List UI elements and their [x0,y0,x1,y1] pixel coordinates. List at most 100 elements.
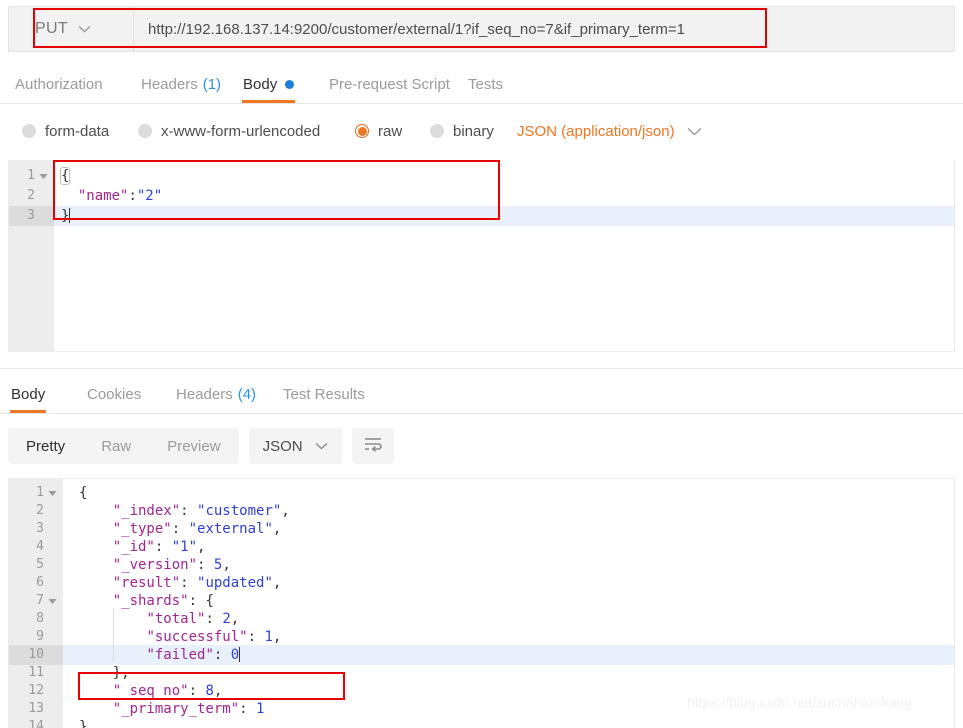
code-token: "_primary_term" [113,701,239,717]
tab-body[interactable]: Body [10,376,46,413]
body-type-radio-form-data[interactable]: form-data [22,123,109,140]
code-line: "_id": "1", [79,537,205,557]
body-type-label: x-www-form-urlencoded [161,123,320,140]
line-number: 10 [8,645,44,665]
code-line: }, [79,663,130,683]
code-token [79,575,113,591]
tab-headers[interactable]: Headers (1) [140,66,222,103]
active-line-highlight [54,206,954,226]
request-body-editor[interactable]: 123 { "name":"2"} [8,160,955,352]
tab-headers[interactable]: Headers (4) [175,376,257,413]
request-tabs: Authorization Headers (1) Body Pre-request S… [0,66,963,104]
code-token: { [205,593,213,609]
chevron-down-icon [78,25,91,33]
request-url-bar: PUT http://192.168.137.14:9200/customer/… [8,6,955,52]
fold-toggle-icon[interactable] [46,591,58,611]
code-token: "_id" [113,539,155,555]
tab-authorization[interactable]: Authorization [14,66,104,103]
code-line: "_version": 5, [79,555,231,575]
code-line: "_shards": { [79,591,214,611]
body-type-radio-raw[interactable]: raw [355,123,402,140]
code-line: { [79,483,87,503]
code-line: "name":"2" [61,186,162,206]
line-number: 7 [8,591,44,611]
code-token: : [189,593,206,609]
http-method-label: PUT [35,20,68,38]
body-type-label: raw [378,123,402,140]
code-token: : [172,521,189,537]
code-token: 1 [264,629,272,645]
line-number: 1 [8,166,35,186]
tab-label: Pre-request Script [329,76,450,93]
code-token: , [273,575,281,591]
fold-toggle-icon[interactable] [37,166,49,186]
response-gutter: 1234567891011121314 [9,479,63,728]
code-token: : [239,701,256,717]
code-token: 2 [222,611,230,627]
fold-toggle-icon[interactable] [46,483,58,503]
request-gutter: 123 [9,160,54,351]
code-token: { [61,168,69,184]
http-method-selector[interactable]: PUT [9,7,134,51]
code-token: "result" [113,575,180,591]
body-type-label: binary [453,123,494,140]
code-token: "2" [137,188,162,204]
code-token [79,521,113,537]
tab-count: (1) [203,76,221,93]
response-code-area[interactable]: { "_index": "customer", "_type": "extern… [63,479,954,728]
code-line: "_primary_term": 1 [79,699,264,719]
radio-button-icon [430,124,444,138]
response-format-selector[interactable]: JSON [249,428,342,464]
tab-cookies[interactable]: Cookies [86,376,142,413]
content-type-selector[interactable]: JSON (application/json) [517,123,702,140]
code-token: : [180,503,197,519]
line-number: 2 [8,186,35,206]
code-token: "external" [189,521,273,537]
view-mode-pretty[interactable]: Pretty [8,428,83,464]
tab-label: Authorization [15,76,103,93]
code-token: , [214,683,222,699]
tab-tests[interactable]: Tests [467,66,504,103]
tab-label: Headers [176,386,233,403]
view-mode-raw[interactable]: Raw [83,428,149,464]
line-number: 3 [8,519,44,539]
code-line: "failed": 0 [79,645,240,665]
code-token: : [128,188,136,204]
line-number: 13 [8,699,44,719]
line-number: 14 [8,717,44,728]
code-token: , [231,611,239,627]
body-type-radio-x-www-form-urlencoded[interactable]: x-www-form-urlencoded [138,123,320,140]
code-line: "total": 2, [79,609,239,629]
code-token: } [61,208,69,224]
response-format-label: JSON [263,438,303,455]
response-body-viewer[interactable]: 1234567891011121314 { "_index": "custome… [8,478,955,728]
unsaved-indicator-dot [285,80,294,89]
request-code-area[interactable]: { "name":"2"} [54,160,954,351]
code-line: "_index": "customer", [79,501,290,521]
word-wrap-button[interactable] [352,428,394,464]
code-token [79,593,113,609]
code-token: "name" [78,188,129,204]
word-wrap-icon [363,436,383,457]
line-number: 1 [8,483,44,503]
code-token: 1 [256,701,264,717]
tab-label: Headers [141,76,198,93]
code-token: 0 [231,647,239,663]
code-token [79,683,113,699]
code-token: "_version" [113,557,197,573]
code-token: : [180,575,197,591]
view-mode-preview[interactable]: Preview [149,428,238,464]
code-token: "_seq_no" [113,683,189,699]
code-token: "failed" [146,647,213,663]
code-token: "_index" [113,503,180,519]
body-type-radio-binary[interactable]: binary [430,123,494,140]
tab-count: (4) [238,386,256,403]
url-input[interactable]: http://192.168.137.14:9200/customer/exte… [134,7,954,51]
tab-pre-request-script[interactable]: Pre-request Script [328,66,451,103]
tab-body[interactable]: Body [242,66,295,103]
code-token: }, [113,665,130,681]
line-number: 4 [8,537,44,557]
text-cursor [69,208,70,223]
line-number: 2 [8,501,44,521]
tab-test-results[interactable]: Test Results [282,376,366,413]
